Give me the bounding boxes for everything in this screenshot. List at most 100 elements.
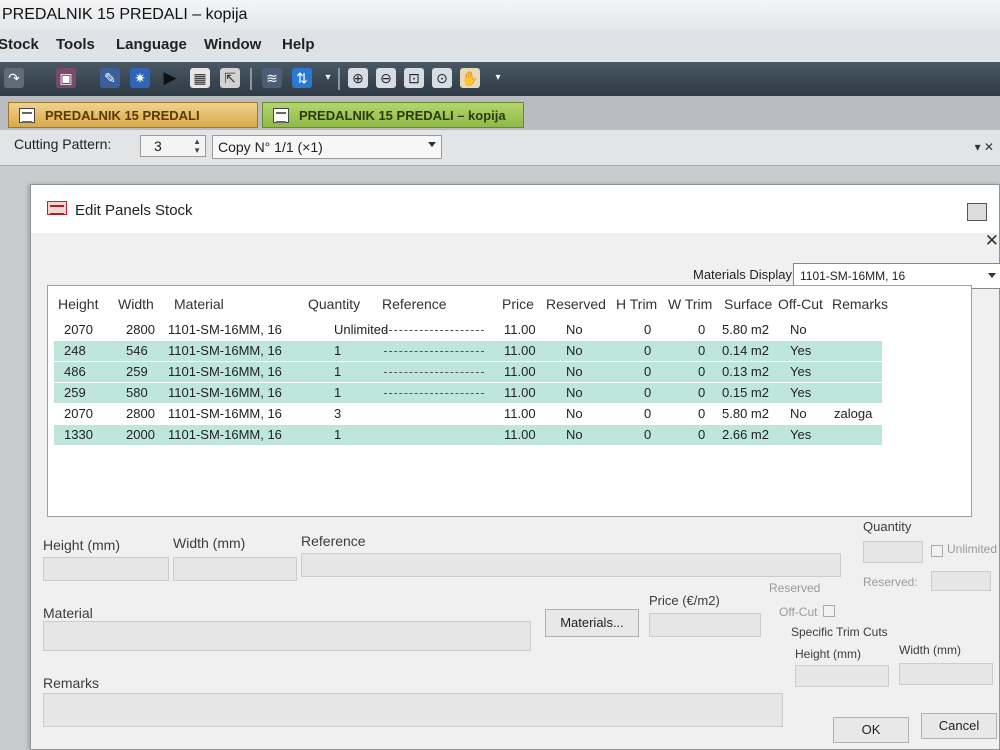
cell-h-trim: 0 (644, 343, 652, 358)
price-field[interactable] (649, 613, 761, 637)
cell-quantity: 1 (334, 364, 342, 379)
menu-window[interactable]: Window (204, 36, 261, 53)
offcut-checkbox[interactable] (823, 605, 835, 617)
cell-quantity: 1 (334, 343, 342, 358)
panels-stock-icon[interactable]: ▣ (56, 68, 76, 88)
zoom-in-icon[interactable]: ⊕ (348, 68, 368, 88)
col-surface[interactable]: Surface (724, 296, 772, 312)
chevron-down-icon[interactable]: ▾ (488, 68, 508, 88)
tab-predalnik[interactable]: PREDALNIK 15 PREDALI (8, 102, 258, 128)
settings-icon[interactable]: ✷ (130, 68, 150, 88)
import-icon[interactable]: ⇅ (292, 68, 312, 88)
table-row[interactable]: 248 546 1101-SM-16MM, 16 1 11.00 No 0 0 0.14 m2 Y… (54, 341, 882, 361)
col-w-trim[interactable]: W Trim (668, 296, 712, 312)
reference-placeholder (384, 330, 484, 331)
pan-hand-icon[interactable]: ✋ (460, 68, 480, 88)
document-icon (273, 108, 289, 123)
cell-price: 11.00 (504, 406, 536, 421)
table-row[interactable]: 2070 2800 1101-SM-16MM, 16 3 11.00 No 0 0 5.80 m… (54, 404, 882, 424)
export-icon[interactable]: ⇱ (220, 68, 240, 88)
cancel-button[interactable]: Cancel (921, 713, 997, 739)
cell-w-trim: 0 (698, 364, 706, 379)
cell-height: 2070 (64, 406, 93, 421)
col-reference[interactable]: Reference (382, 296, 447, 312)
reference-placeholder (384, 372, 484, 373)
document-tabs: PREDALNIK 15 PREDALI PREDALNIK 15 PREDAL… (0, 96, 1000, 130)
reference-label: Reference (301, 533, 366, 549)
table-row[interactable]: 259 580 1101-SM-16MM, 16 1 11.00 No 0 0 0.15 m2 Y… (54, 383, 882, 403)
cell-off-cut: Yes (790, 385, 812, 400)
cell-width: 2000 (126, 427, 155, 442)
cell-surface: 0.14 m2 (722, 343, 769, 358)
price-label: Price (€/m2) (649, 593, 720, 608)
cell-reserved: No (566, 406, 583, 421)
col-width[interactable]: Width (118, 296, 154, 312)
tab-predalnik-kopija[interactable]: PREDALNIK 15 PREDALI – kopija (262, 102, 524, 128)
materials-button[interactable]: Materials... (545, 609, 639, 637)
copy-select[interactable]: Copy N° 1/1 (×1) (212, 135, 442, 159)
width-field[interactable] (173, 557, 297, 581)
trim-height-field[interactable] (795, 665, 889, 687)
unlimited-label: Unlimited (947, 542, 998, 556)
reference-field[interactable] (301, 553, 841, 577)
chevron-down-icon[interactable]: ▾ (318, 68, 338, 88)
zoom-out-icon[interactable]: ⊖ (376, 68, 396, 88)
cell-width: 580 (126, 385, 148, 400)
cell-h-trim: 0 (644, 427, 652, 442)
table-row[interactable]: 2070 2800 1101-SM-16MM, 16 Unlimited 11.00 No… (54, 320, 882, 340)
grid-icon[interactable] (967, 203, 987, 221)
table-row[interactable]: 1330 2000 1101-SM-16MM, 16 1 11.00 No 0 0 2.66 m… (54, 425, 882, 445)
chevron-down-icon (988, 273, 996, 278)
play-icon[interactable]: ▶ (160, 68, 180, 88)
cell-reserved: No (566, 343, 583, 358)
cutting-pattern-stepper[interactable]: 3 ▲ ▼ (140, 135, 206, 157)
offcut-label: Off-Cut (779, 605, 818, 619)
cell-price: 11.00 (504, 343, 536, 358)
material-label: Material (43, 605, 93, 621)
col-quantity[interactable]: Quantity (308, 296, 360, 312)
save-icon[interactable]: ▦ (190, 68, 210, 88)
cell-off-cut: No (790, 406, 807, 421)
ok-button[interactable]: OK (833, 717, 909, 743)
col-remarks[interactable]: Remarks (832, 296, 888, 312)
reserved-label: Reserved: (863, 575, 918, 589)
col-material[interactable]: Material (174, 296, 224, 312)
col-height[interactable]: Height (58, 296, 98, 312)
cell-off-cut: Yes (790, 343, 812, 358)
menu-help[interactable]: Help (282, 36, 315, 53)
cell-width: 546 (126, 343, 148, 358)
table-row[interactable]: 486 259 1101-SM-16MM, 16 1 11.00 No 0 0 0.13 m2 Y… (54, 362, 882, 382)
remarks-field[interactable] (43, 693, 783, 727)
cell-material: 1101-SM-16MM, 16 (168, 343, 282, 358)
cutting-pattern-label: Cutting Pattern: (14, 136, 112, 152)
window-title: PREDALNIK 15 PREDALI – kopija (2, 6, 248, 23)
materials-display-value: 1101-SM-16MM, 16 (800, 269, 906, 283)
menu-language[interactable]: Language (116, 36, 187, 53)
col-off-cut[interactable]: Off-Cut (778, 296, 823, 312)
cell-height: 1330 (64, 427, 93, 442)
material-field[interactable] (43, 621, 531, 651)
height-field[interactable] (43, 557, 169, 581)
reference-placeholder (384, 351, 484, 352)
cell-reserved: No (566, 385, 583, 400)
edit-icon[interactable]: ✎ (100, 68, 120, 88)
menu-stock[interactable]: Stock (0, 36, 39, 53)
col-h-trim[interactable]: H Trim (616, 296, 657, 312)
col-price[interactable]: Price (502, 296, 534, 312)
reserved-field[interactable] (931, 571, 991, 591)
redo-icon[interactable]: ↷ (4, 68, 24, 88)
layers-icon[interactable]: ≋ (262, 68, 282, 88)
spin-arrows-icon[interactable]: ▲ ▼ (193, 137, 201, 155)
dialog-title-bar: Edit Panels Stock (31, 185, 999, 233)
col-reserved[interactable]: Reserved (546, 296, 606, 312)
menu-tools[interactable]: Tools (56, 36, 95, 53)
quantity-field[interactable] (863, 541, 923, 563)
zoom-fit-icon[interactable]: ⊡ (404, 68, 424, 88)
cell-price: 11.00 (504, 427, 536, 442)
zoom-window-icon[interactable]: ⊙ (432, 68, 452, 88)
close-icon[interactable]: ✕ (985, 231, 999, 251)
cell-quantity: 1 (334, 427, 342, 442)
unlimited-checkbox[interactable] (931, 545, 943, 557)
close-icon[interactable]: ▾ ✕ (975, 140, 994, 154)
trim-width-field[interactable] (899, 663, 993, 685)
